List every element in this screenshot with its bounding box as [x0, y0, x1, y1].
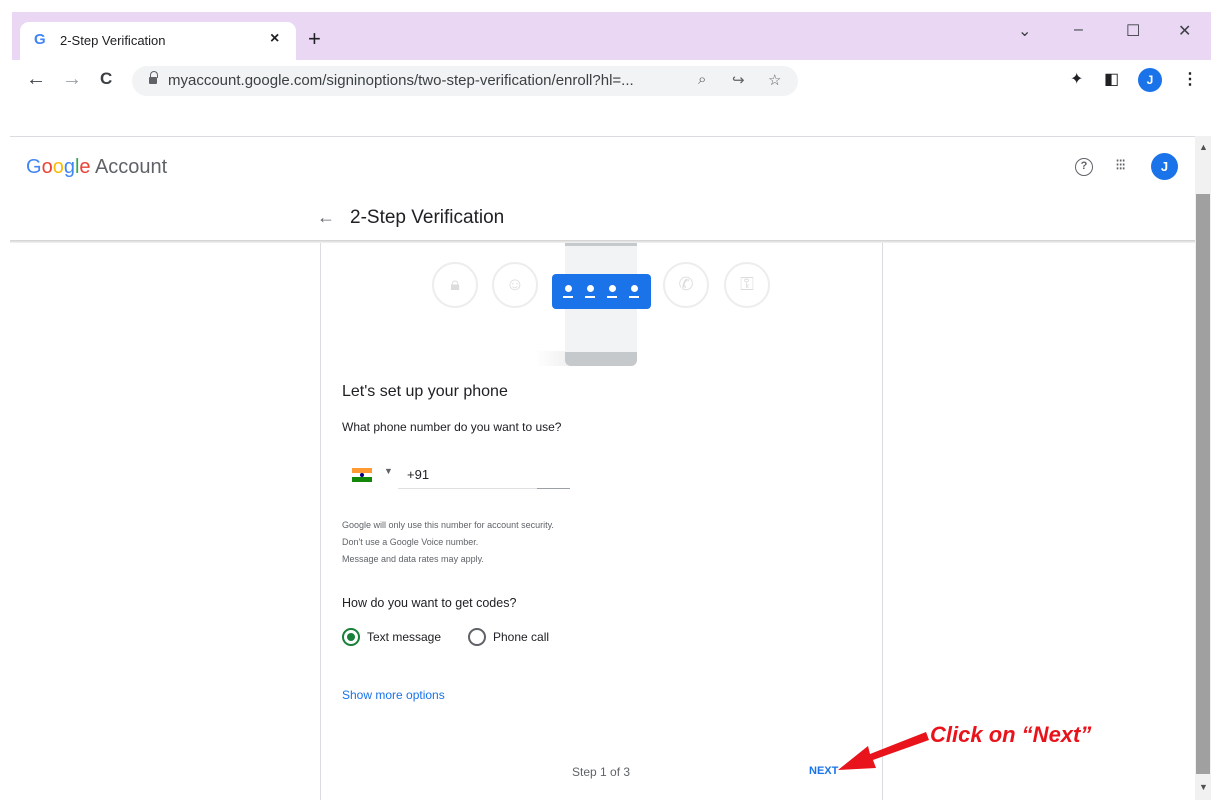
disclaimer-line: Don't use a Google Voice number. [342, 537, 479, 547]
address-bar[interactable]: myaccount.google.com/signinoptions/two-s… [132, 66, 798, 96]
otp-card-icon [552, 274, 651, 309]
lock-icon: 🔒︎ [432, 262, 478, 308]
codes-question: How do you want to get codes? [342, 596, 517, 610]
google-account-header: Google Account ? ⁝⁝⁝ J ← 2-Step Verifica… [10, 137, 1195, 241]
browser-toolbar: ← → C myaccount.google.com/signinoptions… [12, 60, 1211, 102]
menu-kebab-icon[interactable]: ⋮ [1182, 69, 1198, 89]
account-avatar[interactable]: J [1151, 153, 1178, 180]
phone-call-label[interactable]: Phone call [493, 630, 549, 644]
setup-heading: Let's set up your phone [342, 383, 508, 400]
account-icon: ☺ [492, 262, 538, 308]
minimize-icon[interactable]: – [1074, 21, 1083, 39]
forward-icon[interactable]: → [62, 68, 82, 90]
scroll-up-icon[interactable]: ▲ [1199, 142, 1208, 152]
phone-call-radio[interactable] [468, 628, 486, 646]
phone-number-field[interactable]: ▼ +91 [342, 458, 572, 492]
tab-title: 2-Step Verification [60, 33, 166, 48]
lock-icon[interactable] [149, 71, 158, 86]
enroll-card: 🔒︎ ☺ ✆ ⚿ Let's set up your phone What ph… [320, 243, 883, 800]
reload-icon[interactable]: C [100, 68, 112, 90]
url-text[interactable]: myaccount.google.com/signinoptions/two-s… [168, 72, 634, 89]
bookmark-star-icon[interactable]: ☆ [768, 71, 781, 89]
disclaimer-line: Message and data rates may apply. [342, 554, 484, 564]
country-dropdown-icon[interactable]: ▼ [384, 466, 393, 476]
google-favicon-icon: G [34, 31, 46, 48]
scroll-thumb[interactable] [1196, 194, 1210, 774]
new-tab-icon[interactable]: + [308, 28, 321, 50]
back-icon[interactable]: ← [26, 68, 46, 90]
annotation-arrow-icon [838, 732, 929, 770]
disclaimer-line: Google will only use this number for acc… [342, 520, 554, 530]
extensions-icon[interactable]: ✦ [1070, 69, 1083, 89]
back-arrow-icon[interactable]: ← [317, 207, 335, 228]
close-window-icon[interactable]: ✕ [1178, 21, 1191, 41]
phone-icon: ✆ [663, 262, 709, 308]
close-tab-icon[interactable]: × [270, 30, 279, 48]
step-indicator: Step 1 of 3 [572, 765, 631, 779]
browser-tab[interactable]: G 2-Step Verification × [20, 22, 296, 60]
text-message-radio[interactable] [342, 628, 360, 646]
tab-strip: G 2-Step Verification × + ⌄ – ☐ ✕ [12, 12, 1211, 60]
zoom-icon[interactable]: ⌕ [698, 71, 706, 88]
side-panel-icon[interactable]: ◧ [1104, 69, 1119, 89]
scroll-down-icon[interactable]: ▼ [1199, 782, 1208, 792]
google-account-logo[interactable]: Google Account [26, 156, 167, 179]
screen: G 2-Step Verification × + ⌄ – ☐ ✕ ← → C … [0, 0, 1211, 800]
text-message-label[interactable]: Text message [367, 630, 441, 644]
browser-profile-avatar[interactable]: J [1138, 68, 1162, 92]
share-icon[interactable]: ↪ [732, 71, 745, 89]
country-code[interactable]: +91 [407, 467, 429, 482]
show-more-options-link[interactable]: Show more options [342, 688, 445, 702]
help-icon[interactable]: ? [1075, 158, 1093, 176]
india-flag-icon[interactable] [352, 468, 372, 482]
tab-search-icon[interactable]: ⌄ [1018, 21, 1031, 41]
apps-grid-icon[interactable]: ⁝⁝⁝ [1115, 156, 1135, 176]
key-icon: ⚿ [724, 262, 770, 308]
page-title: 2-Step Verification [350, 207, 505, 228]
page-scrollbar[interactable]: ▲ ▼ [1195, 136, 1211, 800]
annotation-text: Click on “Next” [930, 722, 1092, 747]
maximize-icon[interactable]: ☐ [1126, 21, 1140, 41]
phone-question: What phone number do you want to use? [342, 420, 562, 434]
